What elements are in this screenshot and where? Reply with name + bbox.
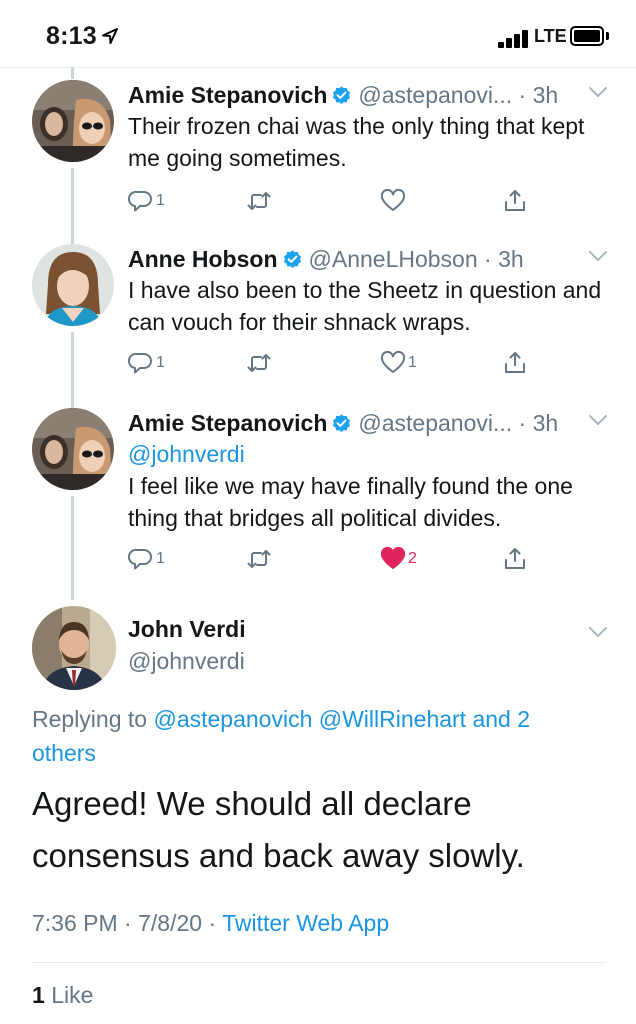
- chevron-down-icon[interactable]: [588, 626, 608, 638]
- verified-badge-icon: [333, 414, 351, 432]
- share-button[interactable]: [502, 544, 528, 574]
- author-name[interactable]: Anne Hobson: [128, 246, 278, 272]
- reply-icon: [128, 190, 152, 212]
- tweet-actions: 1: [128, 186, 528, 216]
- author-name[interactable]: John Verdi: [128, 616, 246, 643]
- retweet-button[interactable]: [246, 544, 274, 574]
- like-label: Like: [51, 982, 94, 1008]
- retweet-button[interactable]: [246, 186, 274, 216]
- tweet-text: Their frozen chai was the only thing tha…: [128, 113, 585, 171]
- divider: [0, 67, 636, 68]
- mention-link[interactable]: @johnverdi: [128, 438, 606, 470]
- reply-icon: [128, 548, 152, 570]
- tweet-actions: 1 1: [128, 348, 528, 378]
- share-button[interactable]: [502, 186, 528, 216]
- author-name[interactable]: Amie Stepanovich: [128, 82, 327, 108]
- reply-count: 1: [156, 354, 165, 371]
- author-name[interactable]: Amie Stepanovich: [128, 410, 327, 436]
- separator: ·: [512, 82, 533, 108]
- reply-button[interactable]: 1: [128, 186, 165, 216]
- chevron-down-icon[interactable]: [588, 414, 608, 426]
- tweet-text: I have also been to the Sheetz in questi…: [128, 277, 602, 335]
- verified-badge-icon: [333, 86, 351, 104]
- tweet-text: I feel like we may have finally found th…: [128, 473, 573, 531]
- separator: ·: [512, 410, 533, 436]
- battery-icon: [570, 26, 604, 46]
- reply-button[interactable]: 1: [128, 544, 165, 574]
- tweet-text: Agreed! We should all declare consensus …: [32, 785, 525, 874]
- author-handle[interactable]: @astepanovi...: [358, 82, 512, 108]
- thread-line: [71, 67, 74, 79]
- retweet-icon: [247, 354, 271, 372]
- status-time: 8:13: [46, 22, 97, 50]
- verified-badge-icon: [283, 250, 301, 268]
- chevron-down-icon[interactable]: [588, 86, 608, 98]
- like-count: 2: [408, 550, 417, 567]
- battery-tip: [606, 32, 609, 40]
- replying-to: Replying to @astepanovich @WillRinehart …: [32, 702, 592, 770]
- reply-header: Amie Stepanovich @astepanovi... · 3h: [128, 408, 606, 438]
- like-icon: [380, 546, 406, 569]
- separator: ·: [477, 246, 499, 272]
- replying-prefix: Replying to: [32, 706, 154, 732]
- tweet-date: 7/8/20: [138, 910, 203, 936]
- location-arrow-icon: [102, 28, 118, 44]
- tweet-time[interactable]: 3h: [498, 246, 524, 272]
- author-handle[interactable]: @johnverdi: [128, 648, 245, 675]
- like-count: 1: [32, 982, 45, 1008]
- like-button[interactable]: 2: [380, 544, 417, 574]
- reply-header: Amie Stepanovich @astepanovi... · 3h: [128, 80, 606, 110]
- reply-icon: [128, 352, 152, 374]
- like-count: 1: [408, 354, 417, 371]
- mention-link[interactable]: @WillRinehart: [319, 706, 466, 732]
- like-icon: [380, 350, 406, 373]
- avatar[interactable]: [32, 606, 116, 690]
- reply-button[interactable]: 1: [128, 348, 165, 378]
- like-button[interactable]: 1: [380, 348, 417, 378]
- reply-count: 1: [156, 192, 165, 209]
- mention-link[interactable]: @astepanovich: [153, 706, 312, 732]
- network-type: LTE: [534, 26, 567, 46]
- like-button[interactable]: [380, 186, 408, 216]
- reply-header: Anne Hobson @AnneLHobson · 3h: [128, 244, 606, 274]
- source-app-link[interactable]: Twitter Web App: [222, 910, 389, 936]
- divider: [32, 962, 606, 963]
- likes-stat[interactable]: 1 Like: [32, 982, 93, 1009]
- chevron-down-icon[interactable]: [588, 250, 608, 262]
- like-icon: [380, 188, 406, 211]
- retweet-button[interactable]: [246, 348, 274, 378]
- share-icon: [505, 352, 525, 373]
- retweet-icon: [247, 192, 271, 210]
- signal-icon: [498, 28, 532, 48]
- tweet-time: 7:36 PM: [32, 910, 118, 936]
- share-icon: [505, 190, 525, 211]
- tweet-meta: 7:36 PM · 7/8/20 · Twitter Web App: [32, 910, 390, 936]
- avatar[interactable]: [32, 244, 114, 326]
- tweet-time[interactable]: 3h: [533, 82, 559, 108]
- avatar[interactable]: [32, 408, 114, 490]
- retweet-icon: [247, 550, 271, 568]
- author-handle[interactable]: @AnneLHobson: [309, 246, 478, 272]
- reply-tweet[interactable]: Anne Hobson @AnneLHobson · 3h I have also…: [0, 244, 636, 384]
- tweet-time[interactable]: 3h: [533, 410, 559, 436]
- share-icon: [505, 548, 525, 569]
- reply-tweet[interactable]: Amie Stepanovich @astepanovi... · 3h @joh…: [0, 408, 636, 588]
- share-button[interactable]: [502, 348, 528, 378]
- tweet-actions: 1 2: [128, 544, 528, 574]
- reply-tweet[interactable]: Amie Stepanovich @astepanovi... · 3h Thei…: [0, 80, 636, 220]
- tweet-body: @johnverdi I feel like we may have final…: [128, 438, 606, 534]
- avatar[interactable]: [32, 80, 114, 162]
- status-bar: 8:13 LTE: [0, 0, 636, 66]
- author-handle[interactable]: @astepanovi...: [358, 410, 512, 436]
- reply-count: 1: [156, 550, 165, 567]
